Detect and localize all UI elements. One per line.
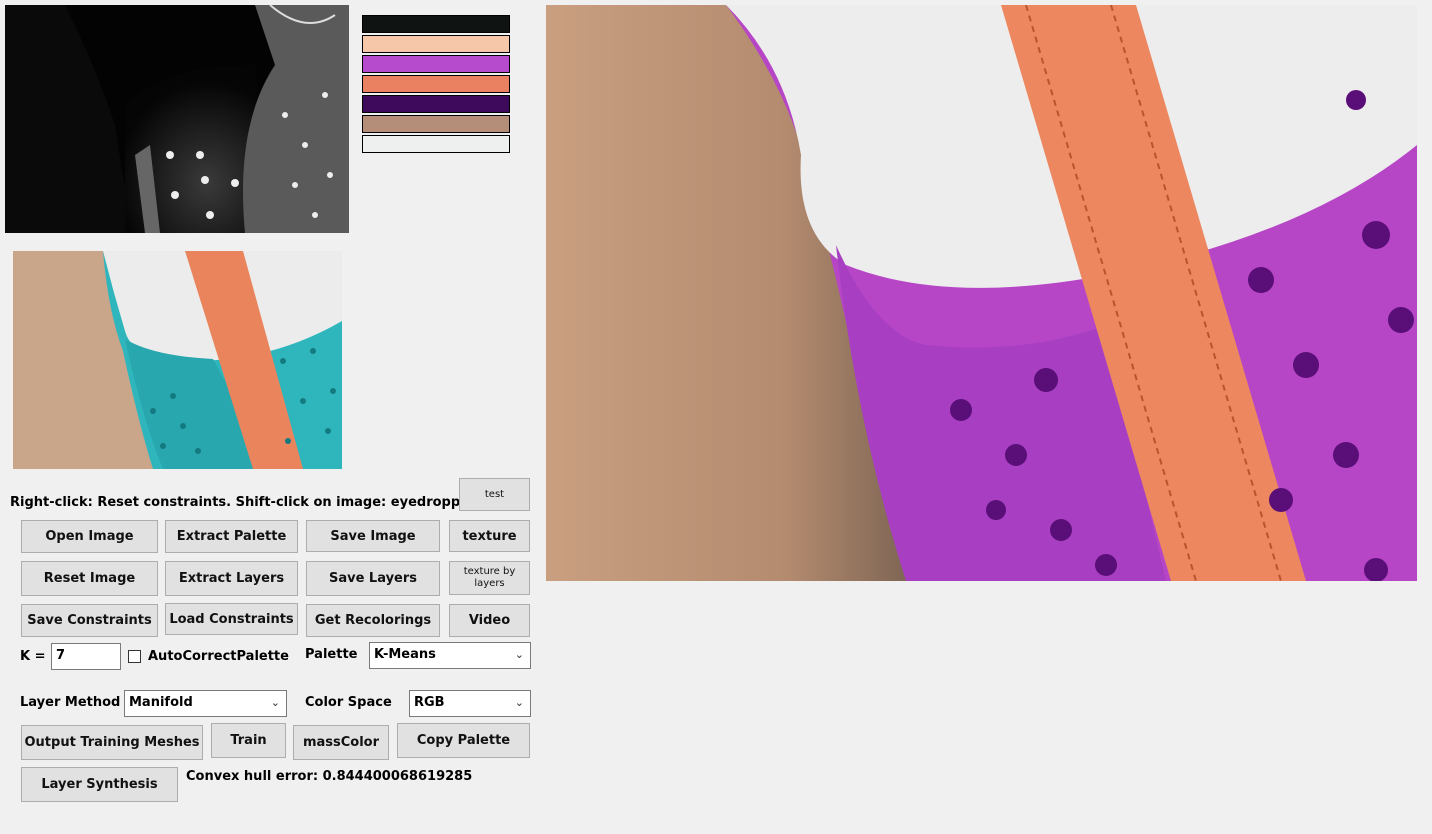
layer-preview-art [5,5,349,233]
palette-method-label: Palette [305,647,358,662]
palette-swatch[interactable] [362,75,510,93]
chevron-down-icon: ⌄ [514,696,524,709]
palette-swatch[interactable] [362,135,510,153]
open-image-button[interactable]: Open Image [21,520,158,553]
original-image-art [13,251,342,469]
chevron-down-icon: ⌄ [514,648,524,661]
extract-layers-button[interactable]: Extract Layers [165,561,298,596]
save-constraints-button[interactable]: Save Constraints [21,604,158,637]
palette-swatches[interactable] [362,15,510,155]
autocorrect-palette-label: AutoCorrectPalette [148,649,289,664]
layer-synthesis-button[interactable]: Layer Synthesis [21,767,178,802]
save-image-button[interactable]: Save Image [306,520,440,552]
layer-method-select[interactable]: Manifold ⌄ [124,690,287,717]
load-constraints-button[interactable]: Load Constraints [165,603,298,635]
layer-method-value: Manifold [129,695,193,710]
layer-method-label: Layer Method [20,695,121,710]
palette-swatch[interactable] [362,55,510,73]
palette-swatch[interactable] [362,95,510,113]
color-space-select[interactable]: RGB ⌄ [409,690,531,717]
save-layers-button[interactable]: Save Layers [306,561,440,596]
video-button[interactable]: Video [449,604,530,637]
color-space-label: Color Space [305,695,392,710]
chevron-down-icon: ⌄ [270,696,280,709]
k-input[interactable]: 7 [51,643,121,670]
reset-image-button[interactable]: Reset Image [21,561,158,596]
color-space-value: RGB [414,695,445,710]
copy-palette-button[interactable]: Copy Palette [397,723,530,758]
texture-button[interactable]: texture [449,520,530,552]
recolored-image-art [546,5,1417,581]
palette-swatch[interactable] [362,35,510,53]
output-training-meshes-button[interactable]: Output Training Meshes [21,725,203,760]
palette-method-value: K-Means [374,647,436,662]
palette-method-select[interactable]: K-Means ⌄ [369,642,531,669]
layer-preview-image[interactable] [5,5,349,233]
recolored-image[interactable] [546,5,1417,581]
palette-swatch[interactable] [362,15,510,33]
convex-hull-error-text: Convex hull error: 0.844400068619285 [186,769,473,784]
extract-palette-button[interactable]: Extract Palette [165,520,298,553]
mass-color-button[interactable]: massColor [293,725,389,760]
test-button[interactable]: test [459,478,530,511]
palette-swatch[interactable] [362,115,510,133]
instructions-text: Right-click: Reset constraints. Shift-cl… [10,495,476,510]
autocorrect-palette-checkbox[interactable] [128,650,141,663]
train-button[interactable]: Train [211,723,286,758]
get-recolorings-button[interactable]: Get Recolorings [306,604,440,637]
texture-by-layers-button[interactable]: texture by layers [449,561,530,595]
original-image[interactable] [13,251,342,469]
k-label: K = [20,649,46,664]
